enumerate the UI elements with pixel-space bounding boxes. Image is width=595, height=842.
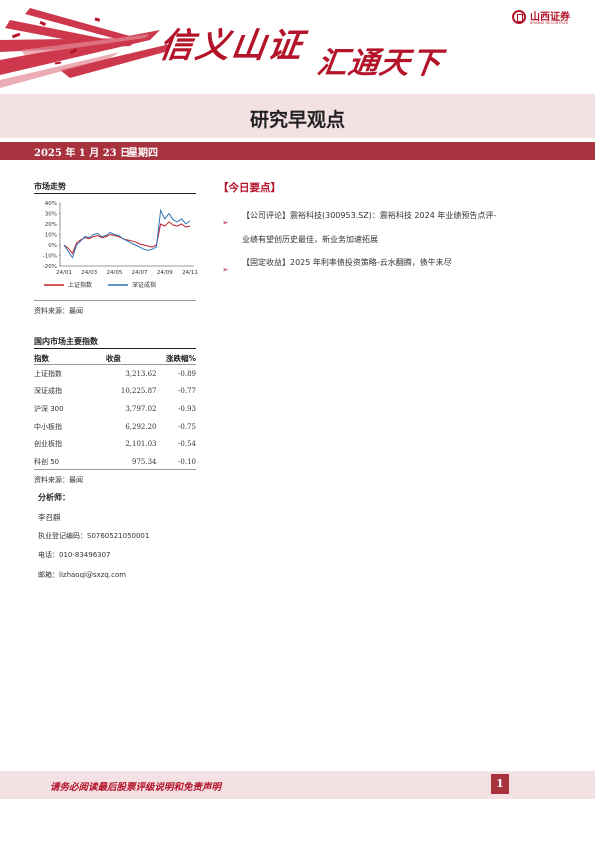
footer-disclaimer[interactable]: 请务必阅读最后股票评级说明和免责声明 (50, 779, 221, 793)
index-name: 上证指数 (34, 369, 62, 378)
market-trend-chart: 40%30%20%10%0%-10%-20% 24/01 24/03 24/05 24… (43, 201, 198, 289)
index-close: 2,101.03 (125, 440, 157, 449)
section-rule (34, 348, 196, 349)
series-line-1 (63, 208, 191, 259)
index-name: 深证成指 (34, 387, 62, 396)
analyst-name: 李召麒 (38, 513, 61, 522)
report-weekday: 星期四 (128, 148, 158, 159)
chart-legend: 上证指数 深证成指 (44, 281, 156, 289)
analyst-license: 执业登记编码：S0760521050001 (38, 532, 150, 540)
item-text: 2025 年利率债投资策略-云水翻腾，债牛未尽 (290, 258, 452, 267)
index-change: -0.93 (178, 404, 196, 413)
logo-subtext: SHANXI SECURITIES (530, 21, 569, 25)
table-row: 创业板指 2,101.03 -0.54 (34, 435, 196, 453)
index-name: 沪深 300 (34, 404, 64, 413)
y-tick-label: 0% (48, 243, 57, 249)
y-tick-label: -10% (43, 254, 57, 260)
indices-title: 国内市场主要指数 (34, 337, 98, 346)
indices-source: 资料来源：最闻 (34, 476, 83, 484)
bullet-arrow-icon: ➢ (222, 218, 229, 227)
y-tick-label: 10% (45, 233, 57, 239)
x-axis: 24/01 24/03 24/05 24/07 24/09 24/11 (56, 270, 198, 276)
col-header-close: 收盘 (105, 353, 121, 363)
chart-series (63, 208, 191, 259)
item-tag: 【公司评论】 (242, 211, 290, 220)
section-rule (34, 193, 196, 194)
list-item-line1[interactable]: 【固定收益】2025 年利率债投资策略-云水翻腾，债牛未尽 (242, 257, 452, 268)
market-trend-title: 市场走势 (34, 182, 66, 191)
list-item: ➢ (222, 210, 229, 229)
x-tick-label: 24/01 (56, 270, 72, 276)
header-banner: 信义山证 汇通天下 山西证券 SHANXI SECURITIES (0, 0, 595, 90)
table-row: 沪深 300 3,797.02 -0.93 (34, 400, 196, 418)
col-header-change: 涨跌幅% (165, 353, 196, 363)
item-text: 震裕科技(300953.SZ)：震裕科技 2024 年业绩预告点评- (290, 211, 497, 220)
list-item-line1[interactable]: 【公司评论】震裕科技(300953.SZ)：震裕科技 2024 年业绩预告点评- (242, 210, 496, 221)
index-close: 6,292.20 (125, 422, 157, 431)
slogan-part1: 信义山证 (156, 26, 307, 66)
index-close: 975.34 (132, 457, 157, 466)
x-tick-label: 24/09 (157, 270, 173, 276)
index-change: -0.77 (178, 387, 196, 396)
x-tick-label: 24/03 (81, 270, 97, 276)
table-bottom-rule (34, 469, 196, 470)
col-header-index: 指数 (34, 353, 49, 363)
indices-table: 指数 收盘 涨跌幅% 上证指数 3,213.62 -0.89 深证成指 10,225.8… (34, 351, 196, 471)
table-row: 中小板指 6,292.20 -0.75 (34, 418, 196, 436)
legend-label: 深证成指 (132, 281, 156, 289)
table-row: 上证指数 3,213.62 -0.89 (34, 365, 196, 383)
table-header-row: 指数 收盘 涨跌幅% (34, 351, 196, 365)
item-tag: 【固定收益】 (242, 258, 290, 267)
index-name: 创业板指 (34, 440, 62, 449)
series-line-0 (63, 221, 191, 255)
x-tick-label: 24/11 (182, 270, 198, 276)
table-row: 科创 50 975.34 -0.10 (34, 453, 196, 471)
table-row: 深证成指 10,225.87 -0.77 (34, 383, 196, 401)
index-close: 3,213.62 (125, 369, 157, 378)
report-date: 2025 年 1 月 23 日 (34, 148, 131, 159)
analyst-phone: 电话：010-83496307 (38, 551, 111, 559)
analyst-label: 分析师： (38, 493, 70, 502)
list-item-line2[interactable]: 业绩有望创历史最佳，新业务加速拓展 (242, 234, 378, 245)
list-item: ➢ (222, 257, 229, 276)
y-tick-label: 40% (45, 201, 57, 207)
logo-icon (512, 10, 526, 24)
x-tick-label: 24/07 (132, 270, 148, 276)
index-close: 3,797.02 (125, 404, 157, 413)
analyst-email: 邮箱：lizhaoqi@sxzq.com (38, 571, 127, 579)
index-name: 科创 50 (34, 457, 60, 466)
report-title: 研究早观点 (249, 109, 345, 131)
y-tick-label: -20% (43, 264, 57, 270)
company-logo: 山西证券 SHANXI SECURITIES (512, 8, 584, 32)
today-points-heading: 【今日要点】 (218, 182, 281, 194)
index-change: -0.10 (178, 457, 196, 466)
index-name: 中小板指 (34, 422, 62, 431)
table-header-rule (34, 364, 196, 365)
legend-label: 上证指数 (68, 281, 92, 289)
index-change: -0.75 (178, 422, 196, 431)
index-change: -0.89 (178, 369, 196, 378)
index-change: -0.54 (178, 440, 196, 449)
y-tick-label: 30% (45, 212, 57, 218)
slogan-part2: 汇通天下 (315, 46, 444, 81)
x-tick-label: 24/05 (106, 270, 122, 276)
market-trend-source: 资料来源：最闻 (34, 307, 83, 315)
page-number: 1 (491, 774, 509, 794)
y-tick-label: 20% (45, 222, 57, 228)
index-close: 10,225.87 (120, 387, 157, 396)
section-rule (34, 300, 196, 301)
bullet-arrow-icon: ➢ (222, 265, 229, 274)
